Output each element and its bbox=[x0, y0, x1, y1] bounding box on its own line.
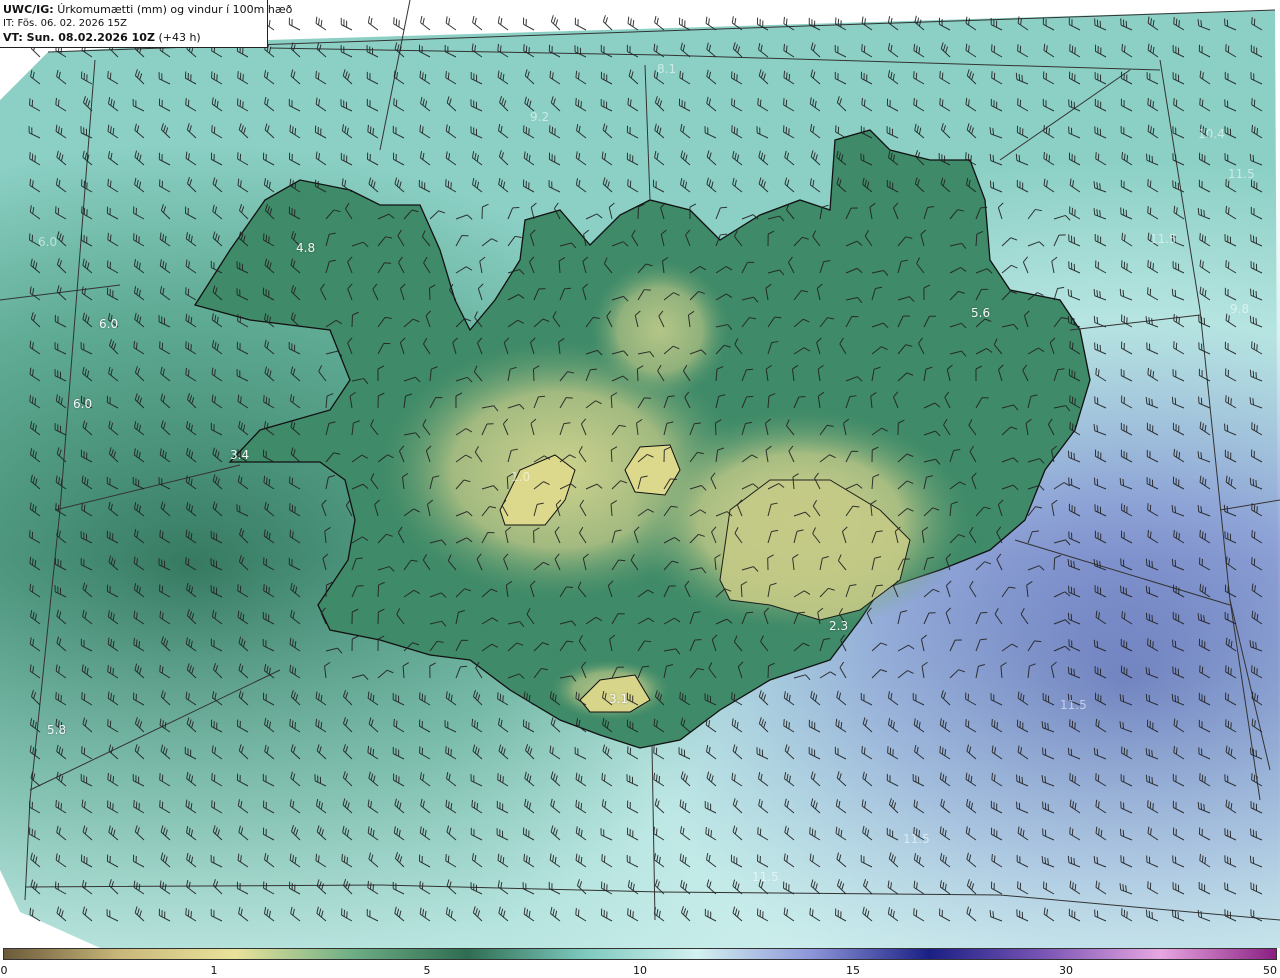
map-value-label: 4.8 bbox=[296, 241, 316, 255]
precip-colorbar: 0 1 5 10 15 30 50 bbox=[0, 948, 1280, 978]
forecast-map: UWC/IG: Úrkomumætti (mm) og vindur í 100… bbox=[0, 0, 1280, 948]
map-value-label: 6.0 bbox=[99, 317, 119, 331]
colorbar-tick: 5 bbox=[423, 964, 431, 977]
map-value-label: 11.5 bbox=[1150, 232, 1177, 246]
map-value-label: 3.4 bbox=[230, 448, 250, 462]
map-header: UWC/IG: Úrkomumætti (mm) og vindur í 100… bbox=[0, 0, 292, 48]
colorbar-tick: 0 bbox=[0, 964, 8, 977]
map-value-label: 11.5 bbox=[1228, 167, 1255, 181]
map-value-label: 9.2 bbox=[530, 110, 550, 124]
map-value-label: 9.8 bbox=[1230, 302, 1250, 316]
map-value-label: 11.5 bbox=[903, 832, 930, 846]
map-title: Úrkomumætti (mm) og vindur í 100m hæð bbox=[57, 3, 293, 16]
colorbar-tick: 50 bbox=[1263, 964, 1277, 977]
map-value-label: 6.0 bbox=[73, 397, 93, 411]
colorbar-tick: 30 bbox=[1059, 964, 1073, 977]
colorbar-gradient bbox=[3, 948, 1277, 960]
map-value-label: 8.1 bbox=[657, 62, 677, 76]
init-time: IT: Fös. 06. 02. 2026 15Z bbox=[3, 18, 127, 29]
map-value-label: 6.0 bbox=[38, 235, 58, 249]
valid-time: VT: Sun. 08.02.2026 10Z bbox=[3, 31, 155, 44]
map-value-label: 3.1 bbox=[609, 692, 629, 706]
colorbar-tick: 15 bbox=[846, 964, 860, 977]
map-canvas bbox=[0, 0, 1280, 948]
map-value-label: 11.5 bbox=[752, 870, 779, 884]
map-value-label: 2.3 bbox=[829, 619, 849, 633]
colorbar-tick: 10 bbox=[633, 964, 647, 977]
map-value-label: 10.4 bbox=[1198, 127, 1225, 141]
colorbar-tick: 1 bbox=[210, 964, 218, 977]
lead-time: (+43 h) bbox=[158, 31, 201, 44]
map-value-label: 11.5 bbox=[1060, 698, 1087, 712]
model-label: UWC/IG: bbox=[3, 3, 54, 16]
map-value-label: 1.0 bbox=[511, 470, 531, 484]
map-value-label: 5.8 bbox=[47, 723, 67, 737]
map-value-label: 5.6 bbox=[971, 306, 991, 320]
